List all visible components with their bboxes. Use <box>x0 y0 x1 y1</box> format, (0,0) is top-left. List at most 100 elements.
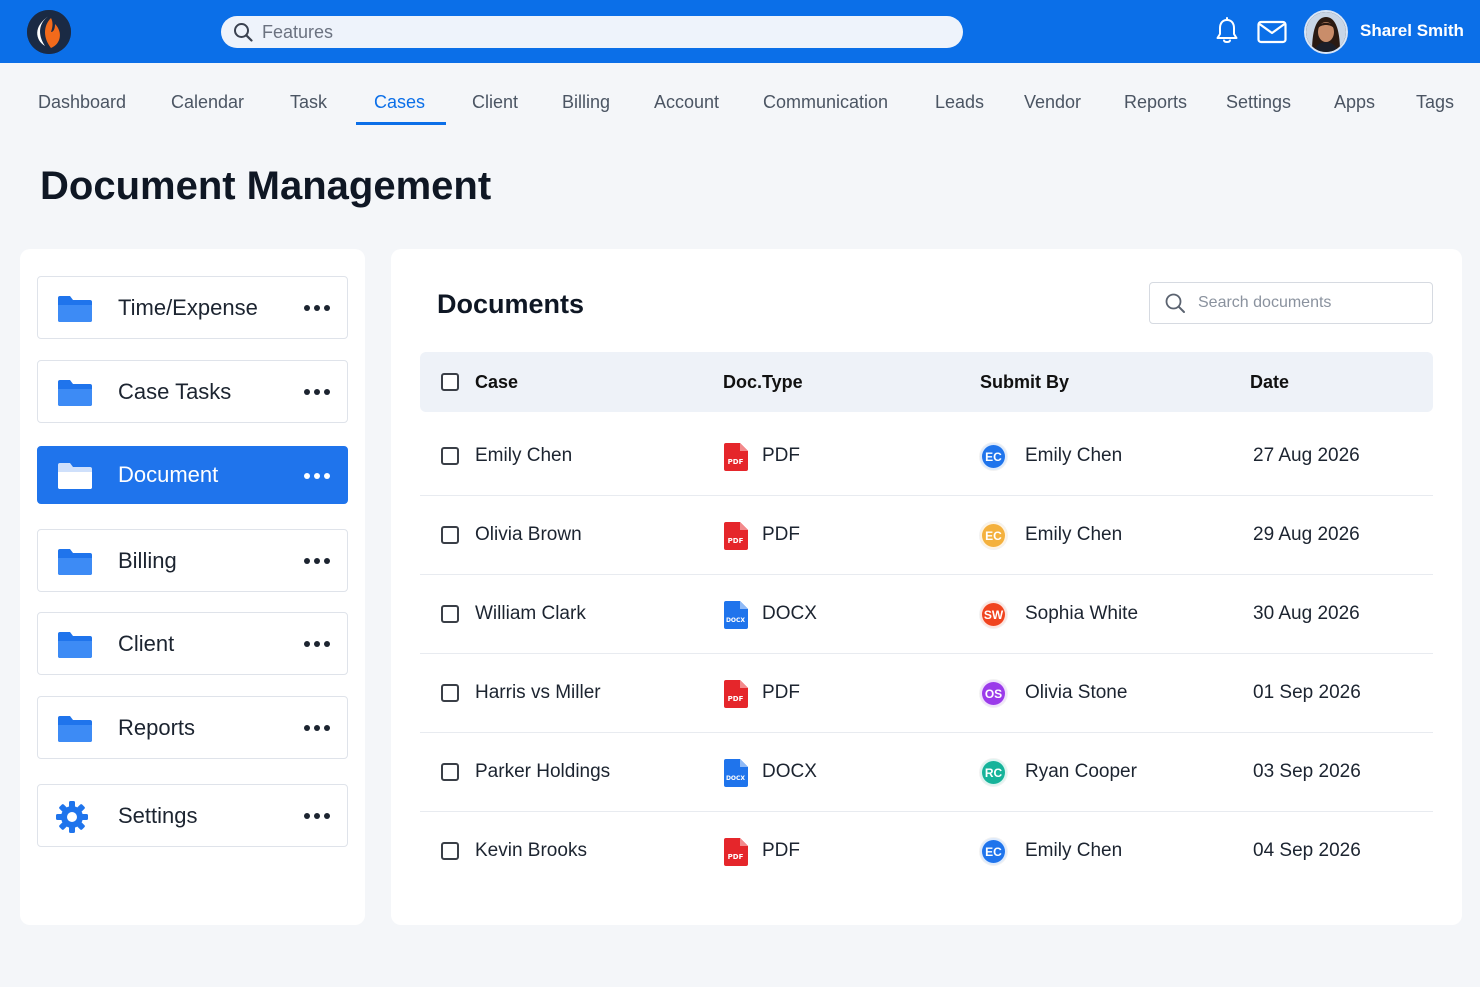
more-options-icon[interactable] <box>304 301 330 315</box>
docx-file-icon: DOCX <box>724 759 748 787</box>
submitted-by: Sophia White <box>1025 603 1139 624</box>
doc-type: DOCX <box>762 761 817 782</box>
row-checkbox[interactable] <box>441 605 459 623</box>
sidebar-item-document[interactable]: Document <box>37 446 348 504</box>
submission-date: 29 Aug 2026 <box>1253 524 1360 545</box>
table-row[interactable]: Emily Chen PDF PDF EC Emily Chen 27 Aug … <box>420 417 1433 496</box>
row-checkbox[interactable] <box>441 447 459 465</box>
select-all-checkbox[interactable] <box>441 373 459 391</box>
case-name[interactable]: Harris vs Miller <box>475 682 601 704</box>
submission-date: 01 Sep 2026 <box>1253 682 1361 703</box>
tab-settings[interactable]: Settings <box>1226 92 1291 113</box>
tab-dashboard[interactable]: Dashboard <box>38 92 126 113</box>
document-sidebar: Time/Expense Case Tasks Document Billing… <box>20 249 365 925</box>
sidebar-item-reports[interactable]: Reports <box>37 696 348 759</box>
search-icon <box>234 23 253 42</box>
mail-icon[interactable] <box>1257 19 1287 45</box>
tab-reports[interactable]: Reports <box>1124 92 1187 113</box>
active-tab-indicator <box>356 122 446 125</box>
table-row[interactable]: Kevin Brooks PDF PDF EC Emily Chen 04 Se… <box>420 812 1433 891</box>
tab-vendor[interactable]: Vendor <box>1024 92 1081 113</box>
doc-type: DOCX <box>762 603 817 624</box>
case-name[interactable]: Parker Holdings <box>475 761 610 783</box>
table-row[interactable]: Harris vs Miller PDF PDF OS Olivia Stone… <box>420 654 1433 733</box>
more-options-icon[interactable] <box>304 721 330 735</box>
more-options-icon[interactable] <box>304 809 330 823</box>
case-name[interactable]: Emily Chen <box>475 445 572 467</box>
tab-leads[interactable]: Leads <box>935 92 984 113</box>
tab-task[interactable]: Task <box>290 92 327 113</box>
tab-billing[interactable]: Billing <box>562 92 610 113</box>
more-options-icon[interactable] <box>304 637 330 651</box>
sidebar-item-client[interactable]: Client <box>37 612 348 675</box>
sidebar-item-label: Client <box>118 630 175 656</box>
page-title: Document Management <box>40 164 492 208</box>
pdf-file-icon: PDF <box>724 443 748 471</box>
sidebar-item-case-tasks[interactable]: Case Tasks <box>37 360 348 423</box>
svg-text:PDF: PDF <box>728 853 744 861</box>
column-header-case[interactable]: Case <box>475 372 518 393</box>
table-row[interactable]: Olivia Brown PDF PDF EC Emily Chen 29 Au… <box>420 496 1433 575</box>
submission-date: 27 Aug 2026 <box>1253 445 1360 466</box>
case-name[interactable]: William Clark <box>475 603 586 625</box>
documents-search[interactable] <box>1149 282 1433 324</box>
row-checkbox[interactable] <box>441 763 459 781</box>
doc-type: PDF <box>762 524 800 545</box>
submitter-avatar: EC <box>980 838 1007 865</box>
submitter-avatar: SW <box>980 601 1007 628</box>
submitter-avatar: EC <box>980 522 1007 549</box>
folder-icon <box>58 632 92 658</box>
doc-type: PDF <box>762 840 800 861</box>
submitted-by: Emily Chen <box>1025 445 1123 466</box>
more-options-icon[interactable] <box>304 385 330 399</box>
tab-calendar[interactable]: Calendar <box>171 92 244 113</box>
submitted-by: Olivia Stone <box>1025 682 1128 703</box>
submission-date: 30 Aug 2026 <box>1253 603 1360 624</box>
tab-apps[interactable]: Apps <box>1334 92 1375 113</box>
tab-communication[interactable]: Communication <box>763 92 888 113</box>
case-name[interactable]: Kevin Brooks <box>475 840 587 862</box>
doc-type: PDF <box>762 682 800 703</box>
svg-text:DOCX: DOCX <box>726 617 745 624</box>
submitter-avatar: OS <box>980 680 1007 707</box>
sidebar-item-label: Billing <box>118 547 177 573</box>
user-name[interactable]: Sharel Smith <box>1360 21 1464 41</box>
sidebar-item-label: Document <box>118 462 219 487</box>
sidebar-item-billing[interactable]: Billing <box>37 529 348 592</box>
global-search-input[interactable] <box>262 21 922 43</box>
row-checkbox[interactable] <box>441 684 459 702</box>
documents-search-input[interactable] <box>1198 294 1418 312</box>
more-options-icon[interactable] <box>304 469 330 483</box>
documents-panel: Documents Case Doc.Type Submit By Date E… <box>391 249 1462 925</box>
top-bar: Sharel Smith <box>0 0 1480 63</box>
row-checkbox[interactable] <box>441 526 459 544</box>
submission-date: 04 Sep 2026 <box>1253 840 1361 861</box>
table-row[interactable]: Parker Holdings DOCX DOCX RC Ryan Cooper… <box>420 733 1433 812</box>
bell-icon[interactable] <box>1215 17 1239 45</box>
folder-icon <box>58 549 92 575</box>
tab-cases[interactable]: Cases <box>374 92 425 113</box>
tab-tags[interactable]: Tags <box>1416 92 1454 113</box>
tab-client[interactable]: Client <box>472 92 518 113</box>
submitted-by: Emily Chen <box>1025 524 1123 545</box>
sidebar-item-settings[interactable]: Settings <box>37 784 348 847</box>
more-options-icon[interactable] <box>304 554 330 568</box>
search-icon <box>1165 293 1185 313</box>
submitted-by: Ryan Cooper <box>1025 761 1137 782</box>
submitted-by: Emily Chen <box>1025 840 1123 861</box>
table-row[interactable]: William Clark DOCX DOCX SW Sophia White … <box>420 575 1433 654</box>
svg-text:PDF: PDF <box>728 537 744 545</box>
avatar[interactable] <box>1304 10 1348 54</box>
sidebar-item-time-expense[interactable]: Time/Expense <box>37 276 348 339</box>
case-name[interactable]: Olivia Brown <box>475 524 582 546</box>
folder-icon <box>58 716 92 742</box>
svg-text:PDF: PDF <box>728 458 744 466</box>
tab-account[interactable]: Account <box>654 92 719 113</box>
logo-icon[interactable] <box>27 10 71 54</box>
column-header-date[interactable]: Date <box>1250 372 1289 393</box>
column-header-submit-by[interactable]: Submit By <box>980 372 1069 393</box>
global-search[interactable] <box>221 16 963 48</box>
row-checkbox[interactable] <box>441 842 459 860</box>
column-header-doc-type[interactable]: Doc.Type <box>723 372 803 393</box>
doc-type: PDF <box>762 445 800 466</box>
